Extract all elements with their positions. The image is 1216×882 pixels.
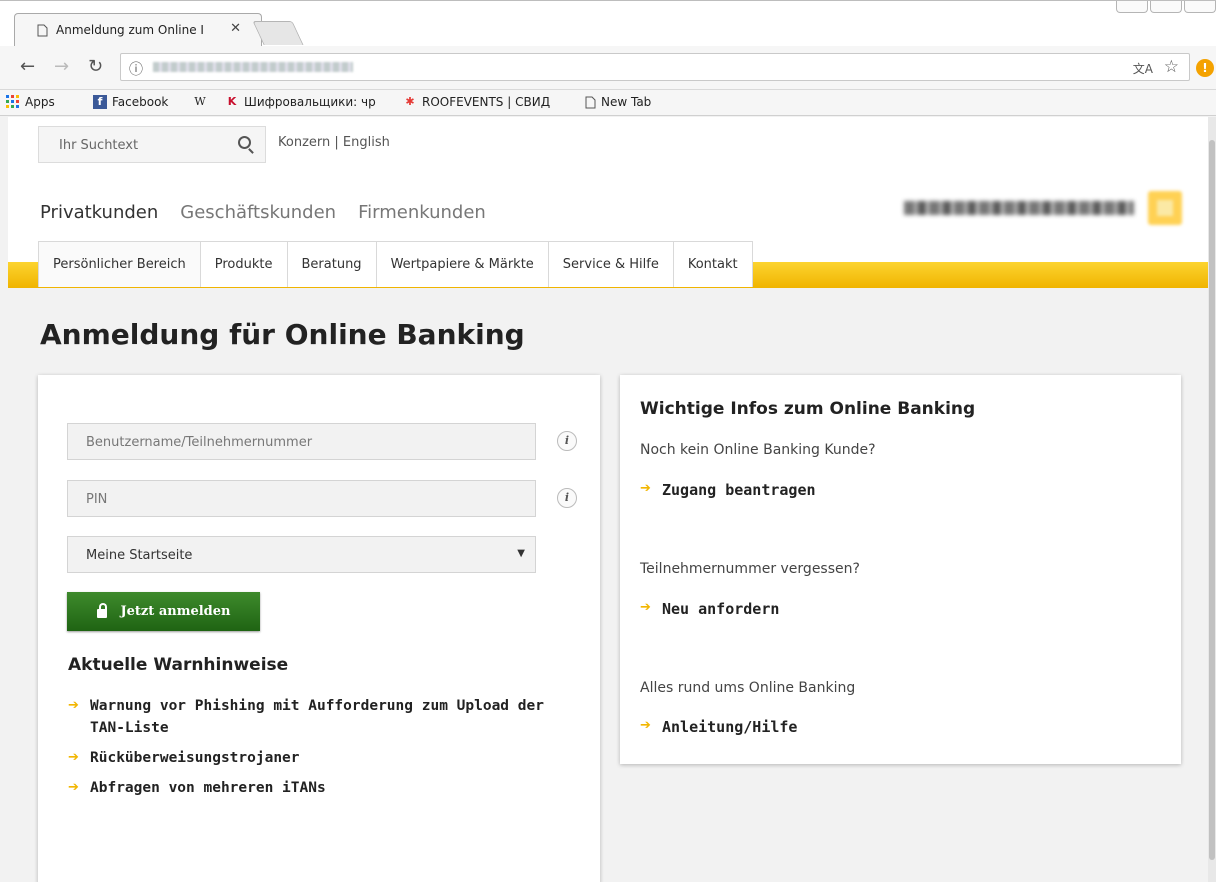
close-window-button[interactable] <box>1184 1 1216 13</box>
arrow-right-icon: ➔ <box>640 718 651 733</box>
bookmark-kaspersky[interactable]: K Шифровальщики: чр <box>225 95 376 109</box>
link-zugang-beantragen[interactable]: ➔ Zugang beantragen <box>640 481 816 499</box>
search-box[interactable]: Ihr Suchtext <box>38 126 266 163</box>
nav-wertpapiere-maerkte[interactable]: Wertpapiere & Märkte <box>375 241 549 287</box>
pin-field[interactable]: PIN <box>67 480 536 517</box>
main-content: Anmeldung für Online Banking Benutzernam… <box>8 288 1208 882</box>
bookmark-apps[interactable]: Apps <box>6 95 55 109</box>
roofevents-icon: ✱ <box>405 95 415 108</box>
main-navigation: Persönlicher Bereich Produkte Beratung W… <box>38 241 753 287</box>
warning-link-phishing[interactable]: ➔ Warnung vor Phishing mit Aufforderung … <box>68 695 568 739</box>
nav-service-hilfe[interactable]: Service & Hilfe <box>547 241 674 287</box>
page-title: Anmeldung für Online Banking <box>40 318 525 351</box>
login-card: Benutzername/Teilnehmernummer i PIN i Me… <box>38 375 600 882</box>
tab-close-icon[interactable]: ✕ <box>230 21 241 36</box>
login-button-label: Jetzt anmelden <box>120 604 231 619</box>
browser-tabstrip: Anmeldung zum Online I ✕ <box>0 0 1216 47</box>
maximize-button[interactable] <box>1150 1 1182 13</box>
kaspersky-icon: K <box>227 95 237 108</box>
nav-beratung[interactable]: Beratung <box>286 241 377 287</box>
chrome-alert-icon[interactable]: ! <box>1196 59 1214 77</box>
web-page: Ihr Suchtext Konzern | English Privatkun… <box>8 117 1208 882</box>
start-page-select[interactable]: Meine Startseite ▼ <box>67 536 536 573</box>
bookmark-star-icon[interactable]: ☆ <box>1164 57 1179 77</box>
warning-link-trojaner[interactable]: ➔ Rücküberweisungstrojaner <box>68 747 568 769</box>
customer-segments: Privatkunden Geschäftskunden Firmenkunde… <box>40 202 508 223</box>
segment-privatkunden[interactable]: Privatkunden <box>40 202 158 223</box>
pin-info-icon[interactable]: i <box>557 488 577 508</box>
tab-title: Anmeldung zum Online I <box>56 23 204 37</box>
page-icon <box>585 96 596 108</box>
apps-grid-icon <box>6 95 19 108</box>
warnings-heading: Aktuelle Warnhinweise <box>68 655 289 675</box>
nav-kontakt[interactable]: Kontakt <box>672 241 753 287</box>
back-arrow-icon[interactable]: ← <box>20 56 35 77</box>
info-text-new-customer: Noch kein Online Banking Kunde? <box>640 442 876 458</box>
dropdown-caret-icon: ▼ <box>517 548 525 559</box>
arrow-right-icon: ➔ <box>640 481 651 496</box>
username-placeholder: Benutzername/Teilnehmernummer <box>86 435 313 450</box>
segment-firmenkunden[interactable]: Firmenkunden <box>358 202 486 223</box>
logo-wordmark-blurred <box>904 201 1134 215</box>
browser-tab-active[interactable]: Anmeldung zum Online I ✕ <box>14 13 262 47</box>
bookmark-wikipedia[interactable]: W <box>193 95 207 109</box>
search-icon[interactable] <box>238 136 251 149</box>
reload-icon[interactable]: ↻ <box>88 56 103 77</box>
page-icon <box>37 24 48 36</box>
bookmarks-bar: Apps f Facebook W K Шифровальщики: чр ✱ … <box>0 90 1216 116</box>
arrow-right-icon: ➔ <box>68 698 79 713</box>
username-field[interactable]: Benutzername/Teilnehmernummer <box>67 423 536 460</box>
lock-icon <box>96 603 107 618</box>
facebook-icon: f <box>93 95 107 109</box>
login-button[interactable]: Jetzt anmelden <box>67 592 260 631</box>
language-links[interactable]: Konzern | English <box>278 135 390 150</box>
info-text-forgot-number: Teilnehmernummer vergessen? <box>640 561 860 577</box>
search-input[interactable]: Ihr Suchtext <box>59 138 138 153</box>
arrow-right-icon: ➔ <box>68 780 79 795</box>
warnings-list: ➔ Warnung vor Phishing mit Aufforderung … <box>68 695 568 807</box>
link-neu-anfordern[interactable]: ➔ Neu anfordern <box>640 600 779 618</box>
bookmark-facebook[interactable]: f Facebook <box>93 95 168 109</box>
info-text-all-about: Alles rund ums Online Banking <box>640 680 856 696</box>
arrow-right-icon: ➔ <box>68 750 79 765</box>
segment-geschaeftskunden[interactable]: Geschäftskunden <box>180 202 336 223</box>
site-info-icon[interactable]: ⓘ <box>129 59 143 79</box>
bank-logo[interactable] <box>904 191 1182 225</box>
username-info-icon[interactable]: i <box>557 431 577 451</box>
start-page-value: Meine Startseite <box>86 548 193 563</box>
info-card: Wichtige Infos zum Online Banking Noch k… <box>620 375 1181 764</box>
info-heading: Wichtige Infos zum Online Banking <box>640 399 976 419</box>
link-anleitung-hilfe[interactable]: ➔ Anleitung/Hilfe <box>640 718 797 736</box>
arrow-right-icon: ➔ <box>640 600 651 615</box>
nav-produkte[interactable]: Produkte <box>199 241 288 287</box>
bookmark-new-tab[interactable]: New Tab <box>585 95 651 109</box>
minimize-button[interactable] <box>1116 1 1148 13</box>
address-bar[interactable]: ⓘ 文A ☆ <box>120 53 1190 81</box>
translate-icon[interactable]: 文A <box>1133 60 1153 77</box>
scrollbar-thumb[interactable] <box>1209 140 1215 860</box>
forward-arrow-icon[interactable]: → <box>54 56 69 77</box>
url-blurred <box>153 62 353 72</box>
window-controls <box>1114 1 1216 13</box>
pin-placeholder: PIN <box>86 492 108 507</box>
logo-mark-icon <box>1148 191 1182 225</box>
browser-toolbar: ← → ↻ ⓘ 文A ☆ ! <box>0 46 1216 90</box>
nav-persoenlicher-bereich[interactable]: Persönlicher Bereich <box>38 241 201 287</box>
bookmark-roofevents[interactable]: ✱ ROOFEVENTS | СВИД <box>403 95 550 109</box>
wikipedia-icon: W <box>194 95 206 108</box>
warning-link-itans[interactable]: ➔ Abfragen von mehreren iTANs <box>68 777 568 799</box>
